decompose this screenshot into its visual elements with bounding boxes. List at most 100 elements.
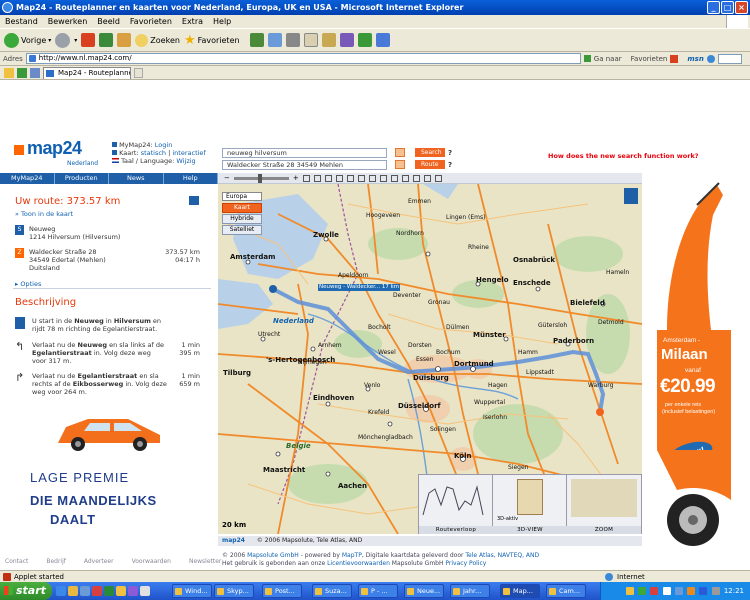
quicklaunch-desktop-icon[interactable]	[80, 586, 90, 596]
quicklaunch-app-icon[interactable]	[92, 586, 102, 596]
go-button[interactable]: Ga naar	[594, 55, 622, 63]
search-button[interactable]: Zoeken	[135, 33, 180, 47]
msn-search-input[interactable]	[717, 53, 742, 64]
region-select[interactable]: Europa	[222, 192, 262, 201]
menu-file[interactable]: Bestand	[5, 15, 38, 28]
quicklaunch-ie-icon[interactable]	[56, 586, 66, 596]
taskbar-item-neue[interactable]: Neue...	[404, 584, 444, 598]
taskbar-item-post[interactable]: Post...	[262, 584, 302, 598]
print-icon[interactable]	[189, 196, 199, 205]
links-favorites-label[interactable]: Favorieten	[631, 55, 668, 63]
quicklaunch-media-icon[interactable]	[104, 586, 114, 596]
chevron-down-icon[interactable]: ▾	[74, 37, 77, 44]
footer-link-advertise[interactable]: Adverteer	[84, 558, 114, 565]
tray-icon[interactable]	[650, 587, 659, 595]
menu-tools[interactable]: Extra	[182, 15, 203, 28]
taskbar-item-suza[interactable]: Suza...	[312, 584, 352, 598]
new-search-help-link[interactable]: How does the new search function work?	[548, 152, 699, 160]
nav-news[interactable]: News	[109, 173, 164, 184]
taskbar-item-windows[interactable]: Wind...	[172, 584, 212, 598]
privacy-policy-link[interactable]: Privacy Policy	[445, 560, 486, 567]
taskbar-item-map[interactable]: Map...	[500, 584, 540, 598]
static-map-link[interactable]: statisch	[141, 149, 166, 157]
3d-view-panel[interactable]: 3D-aktiv 3D-VIEW	[493, 475, 567, 534]
close-button[interactable]: ×	[735, 1, 748, 14]
research-icon[interactable]	[357, 33, 372, 47]
maptp-link[interactable]: MapTP	[342, 552, 362, 559]
tray-icon[interactable]	[711, 587, 720, 595]
layers-icon[interactable]	[379, 174, 387, 182]
new-tab-button[interactable]	[134, 67, 143, 78]
from-input[interactable]: neuweg hilversum	[222, 148, 387, 158]
to-input[interactable]: Waldecker Straße 28 34549 Mehlen	[222, 160, 387, 170]
refresh-icon[interactable]	[99, 33, 114, 47]
menu-edit[interactable]: Bewerken	[48, 15, 88, 28]
route-profile-panel[interactable]: Routeverloop	[419, 475, 493, 534]
print-map-icon[interactable]	[401, 174, 409, 182]
address-book-icon[interactable]	[395, 148, 405, 157]
map-canvas[interactable]: Europa Kaart Hybride Satelliet Amsterdam…	[218, 184, 642, 534]
license-terms-link[interactable]: Licentievoorwaarden	[327, 560, 390, 567]
hybrid-mode-button[interactable]: Hybride	[222, 214, 262, 224]
tray-icon[interactable]	[638, 587, 647, 595]
search-help-link[interactable]: ?	[448, 149, 452, 157]
maximize-button[interactable]: □	[721, 1, 734, 14]
tray-icon[interactable]	[687, 587, 696, 595]
insurance-ad[interactable]: LAGE PREMIE DIE MAANDELIJKS DAALT	[24, 407, 200, 555]
change-language-link[interactable]: Wijzig	[176, 157, 195, 165]
mapsolute-link[interactable]: Mapsolute GmbH	[247, 552, 299, 559]
back-button[interactable]: Vorige ▾	[4, 32, 51, 48]
pan-icon[interactable]	[302, 174, 310, 182]
map24-logo[interactable]: map24 Nederland	[14, 138, 98, 167]
map-mode-button[interactable]: Kaart	[222, 203, 262, 213]
3d-toggle[interactable]: 3D-aktiv	[497, 516, 518, 522]
zoom-out-icon[interactable]: −	[224, 174, 230, 182]
interactive-map-link[interactable]: interactief	[172, 149, 205, 157]
quick-tabs-icon[interactable]	[30, 67, 40, 78]
go-arrow-icon[interactable]	[583, 55, 591, 62]
url-input[interactable]: http://www.nl.map24.com/	[25, 53, 581, 64]
minimize-button[interactable]: _	[707, 1, 720, 14]
menu-view[interactable]: Beeld	[97, 15, 120, 28]
taskbar-item-p[interactable]: P - ...	[358, 584, 398, 598]
menu-help[interactable]: Help	[213, 15, 231, 28]
hand-icon[interactable]	[335, 174, 343, 182]
tray-icon[interactable]	[674, 587, 683, 595]
discuss-icon[interactable]	[321, 33, 336, 47]
start-button[interactable]: start	[0, 582, 52, 600]
footer-link-company[interactable]: Bedrijf	[46, 558, 66, 565]
print-icon[interactable]	[285, 33, 300, 47]
menu-favorites[interactable]: Favorieten	[130, 15, 172, 28]
route-submit-button[interactable]: Route	[415, 160, 445, 169]
edit-icon[interactable]	[303, 33, 318, 47]
forward-arrow-icon[interactable]	[55, 32, 71, 48]
quicklaunch-messenger-icon[interactable]	[128, 586, 138, 596]
nav-mymap24[interactable]: MyMap24	[0, 173, 55, 184]
zoom-slider[interactable]	[233, 173, 289, 183]
show-on-map-link[interactable]: » Toon in de kaart	[15, 210, 73, 218]
quicklaunch-more-icon[interactable]	[140, 586, 150, 596]
mail-icon[interactable]	[267, 33, 282, 47]
search-submit-button[interactable]: Search	[415, 148, 445, 157]
footer-link-terms[interactable]: Voorwaarden	[132, 558, 171, 565]
zoom-box-icon[interactable]	[357, 174, 365, 182]
media-icon[interactable]	[375, 33, 390, 47]
zoom-in-icon[interactable]: +	[293, 174, 299, 182]
info-icon[interactable]	[390, 174, 398, 182]
undo-icon[interactable]	[313, 174, 321, 182]
history-icon[interactable]	[249, 33, 264, 47]
login-link[interactable]: Login	[155, 141, 173, 149]
address-book-icon[interactable]	[395, 160, 405, 169]
taskbar-item-jahr[interactable]: Jahr...	[450, 584, 490, 598]
tray-icon[interactable]	[625, 587, 634, 595]
save-map-icon[interactable]	[412, 174, 420, 182]
tray-icon[interactable]	[662, 587, 671, 595]
messenger-icon[interactable]	[339, 33, 354, 47]
redo-icon[interactable]	[324, 174, 332, 182]
nav-help[interactable]: Help	[164, 173, 218, 184]
help-map-icon[interactable]	[434, 174, 442, 182]
taskbar-item-skype[interactable]: Skyp...	[214, 584, 254, 598]
route-options-link[interactable]: ▸ Opties	[15, 280, 41, 288]
data-providers-link[interactable]: Tele Atlas, NAVTEQ, AND	[465, 552, 539, 559]
stop-icon[interactable]	[81, 33, 96, 47]
